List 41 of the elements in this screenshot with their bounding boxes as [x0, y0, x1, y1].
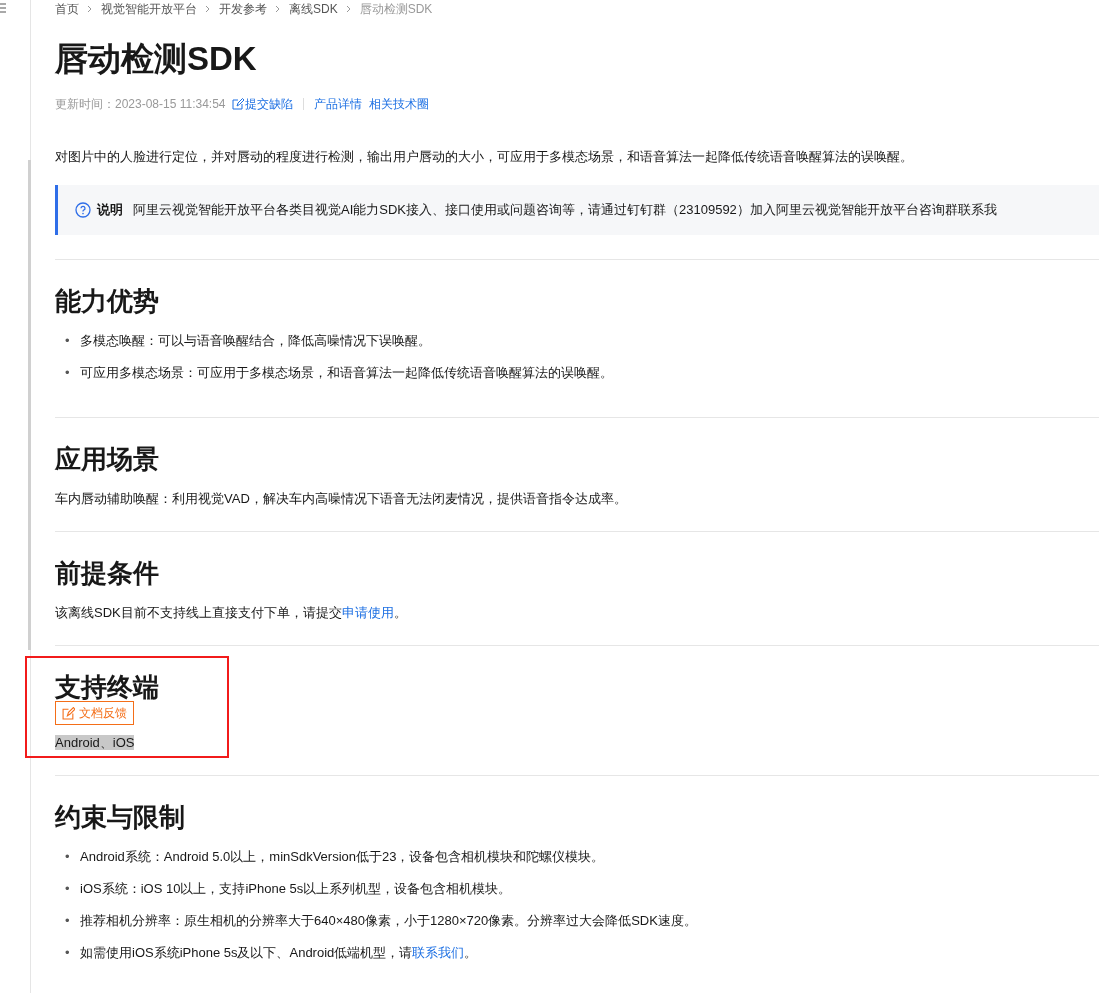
- menu-icon[interactable]: [0, 2, 6, 14]
- list-item: iOS系统：iOS 10以上，支持iPhone 5s以上系列机型，设备包含相机模块。: [80, 880, 512, 899]
- bullet: •: [65, 331, 71, 350]
- list-item: 推荐相机分辨率：原生相机的分辨率大于640×480像素，小于1280×720像素。分辨率过大会降低SDK速度。: [80, 912, 697, 931]
- section-heading: 应用场景: [55, 443, 160, 475]
- page-title: 唇动检测SDK: [55, 39, 258, 79]
- list-item: 如需使用iOS系统iPhone 5s及以下、Android低端机型，请联系我们。: [80, 944, 478, 963]
- update-time: 更新时间：2023-08-15 11:34:54: [55, 96, 226, 113]
- breadcrumb-link[interactable]: 离线SDK: [289, 1, 338, 17]
- bullet: •: [65, 880, 71, 899]
- section-heading: 能力优势: [55, 285, 160, 317]
- header-link[interactable]: 产品详情: [314, 95, 363, 113]
- link[interactable]: 联系我们: [412, 945, 465, 961]
- breadcrumb-current: 唇动检测SDK: [359, 1, 433, 17]
- section-heading: 约束与限制: [55, 802, 186, 834]
- breadcrumb-link[interactable]: 首页: [55, 1, 79, 17]
- paragraph: 该离线SDK目前不支持线上直接支付下单，请提交申请使用。: [55, 604, 408, 623]
- section-heading: 支持终端: [55, 672, 160, 704]
- edit-icon: [232, 98, 245, 110]
- scrollbar[interactable]: [28, 160, 31, 650]
- feedback-button[interactable]: 文档反馈: [55, 701, 134, 726]
- report-bug-link[interactable]: 提交缺陷: [232, 95, 294, 113]
- list-item: Android系统：Android 5.0以上，minSdkVersion低于23，设备包含相机模块和陀螺仪模块。: [80, 848, 605, 867]
- note-label: 说明: [97, 201, 123, 219]
- list-item: 可应用多模态场景：可应用于多模态场景，和语音算法一起降低传统语音唤醒算法的误唤醒。: [80, 363, 613, 382]
- header-link[interactable]: 相关技术圈: [368, 95, 429, 113]
- section-heading: 前提条件: [55, 557, 160, 590]
- selected-text: Android、iOS: [55, 735, 135, 751]
- breadcrumb-link[interactable]: 视觉智能开放平台: [101, 1, 197, 17]
- list-item: 多模态唤醒：可以与语音唤醒结合，降低高噪情况下误唤醒。: [80, 331, 431, 350]
- link[interactable]: 申请使用: [341, 605, 394, 621]
- note-text: 阿里云视觉智能开放平台各类目视觉AI能力SDK接入、接口使用或问题咨询等，请通过钉钉群（23109592）加入阿里云视觉智能开放平台咨询群联系我: [133, 201, 997, 219]
- paragraph: 车内唇动辅助唤醒：利用视觉VAD，解决车内高噪情况下语音无法闭麦情况，提供语音指令达成率。: [55, 489, 628, 508]
- bullet: •: [65, 848, 71, 867]
- bullet: •: [65, 363, 71, 382]
- edit-icon: [62, 706, 75, 720]
- bullet: •: [65, 912, 71, 931]
- intro-paragraph: 对图片中的人脸进行定位，并对唇动的程度进行检测，输出用户唇动的大小，可应用于多模态场景，和语音算法一起降低传统语音唤醒算法的误唤醒。: [55, 148, 914, 166]
- breadcrumb-link[interactable]: 开发参考: [219, 1, 267, 17]
- help-icon: [75, 201, 91, 218]
- bullet: •: [65, 944, 71, 963]
